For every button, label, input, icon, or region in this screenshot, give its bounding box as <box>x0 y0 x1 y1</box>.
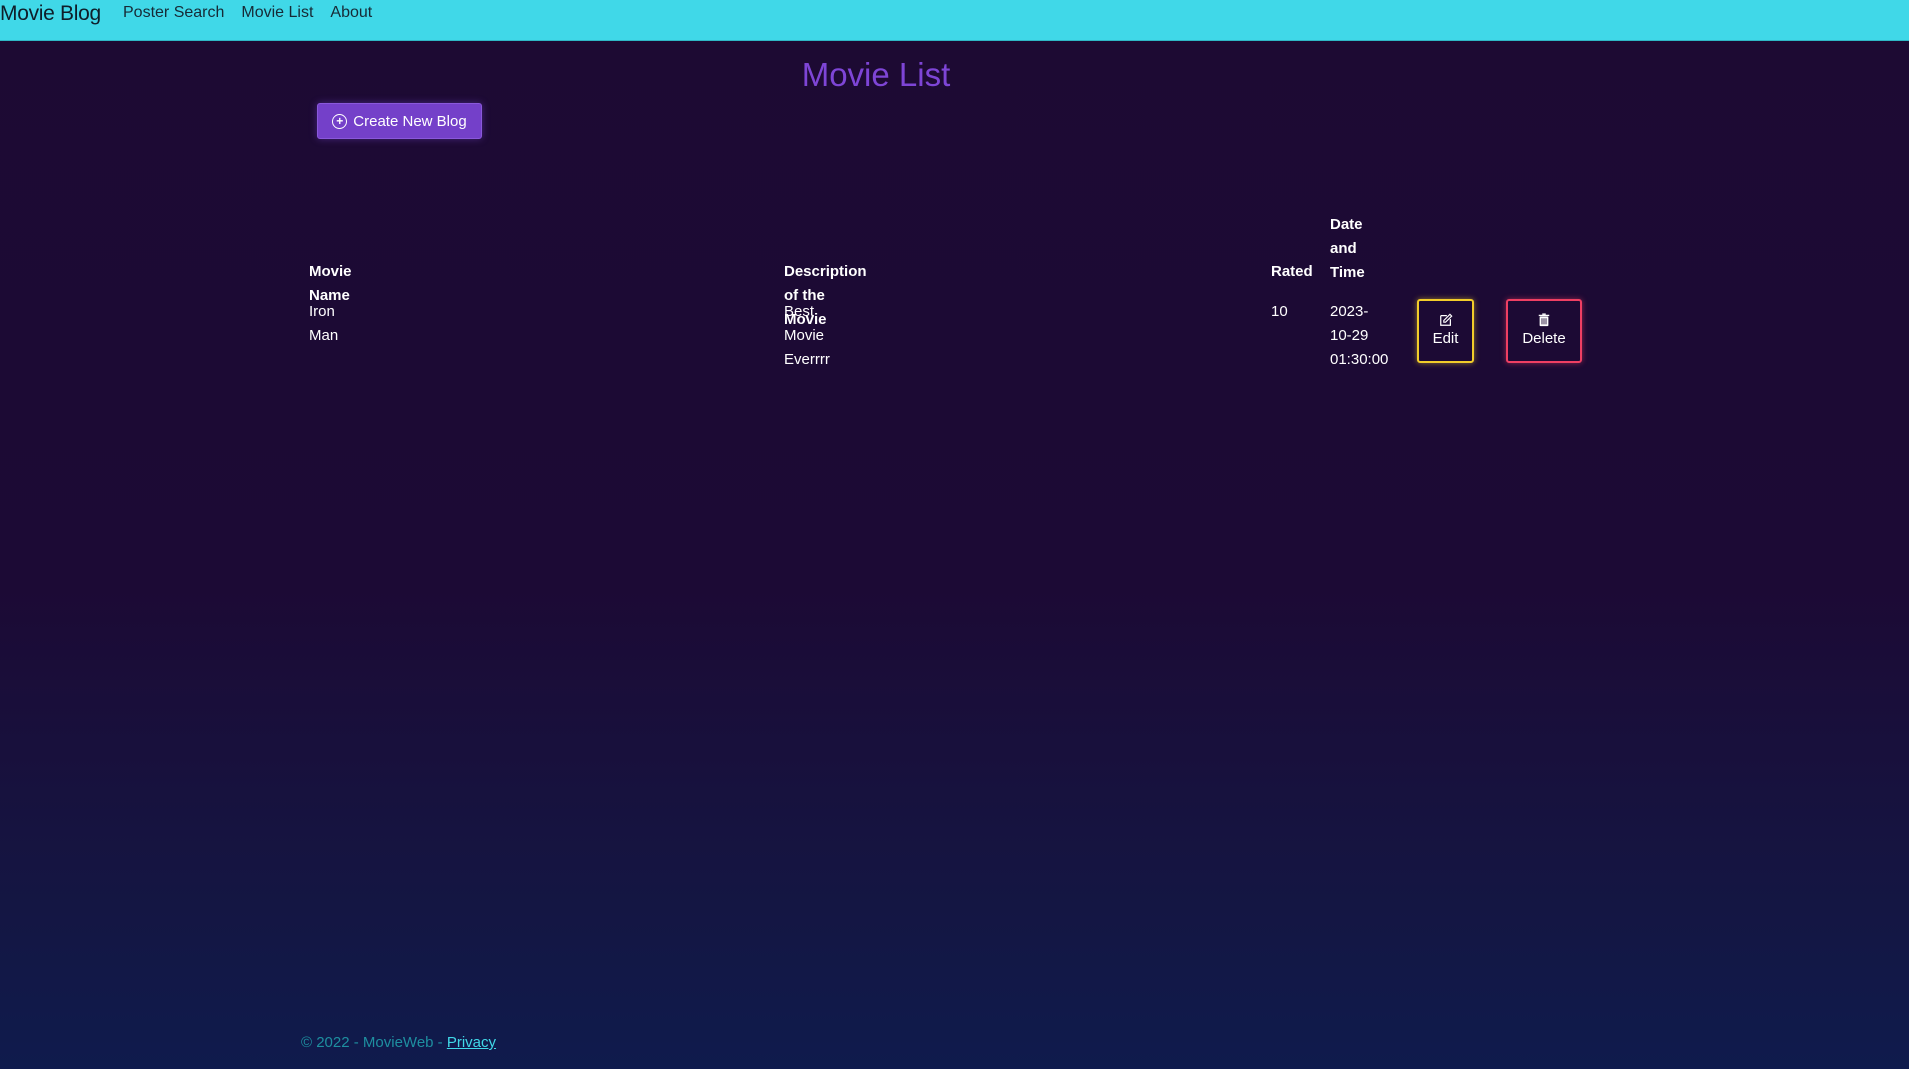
cell-date-time: 2023- 10-29 01:30:00 <box>1330 300 1388 372</box>
header-date-time-line-3: Time <box>1330 264 1365 281</box>
create-new-blog-button[interactable]: + Create New Blog <box>317 103 482 139</box>
privacy-link[interactable]: Privacy <box>447 1034 496 1051</box>
navbar: Movie Blog Poster Search Movie List Abou… <box>0 0 1909 41</box>
footer-copyright: © 2022 - MovieWeb - <box>301 1034 447 1051</box>
header-rated: Rated <box>1271 263 1313 280</box>
cell-description: Best Movie Everrrr <box>784 303 830 368</box>
cell-rated: 10 <box>1271 303 1288 320</box>
footer: © 2022 - MovieWeb - Privacy <box>301 1034 496 1051</box>
delete-label: Delete <box>1522 330 1566 347</box>
plus-circle-icon: + <box>332 113 348 129</box>
nav-links: Poster Search Movie List About <box>123 4 372 22</box>
nav-link-poster-search[interactable]: Poster Search <box>123 4 224 22</box>
header-date-time-line-1: Date <box>1330 216 1363 233</box>
nav-link-about[interactable]: About <box>330 4 372 22</box>
cell-date-time-line-2: 10-29 <box>1330 327 1369 344</box>
brand-link[interactable]: Movie Blog <box>0 2 101 26</box>
pencil-square-icon <box>1439 313 1452 326</box>
cell-date-time-line-3: 01:30:00 <box>1330 351 1389 368</box>
delete-button[interactable]: Delete <box>1506 299 1582 363</box>
page-title: Movie List <box>801 56 951 93</box>
edit-button[interactable]: Edit <box>1417 299 1474 363</box>
trash-icon <box>1538 313 1550 327</box>
nav-link-movie-list[interactable]: Movie List <box>241 4 313 22</box>
create-new-blog-label: Create New Blog <box>353 112 467 130</box>
edit-label: Edit <box>1432 330 1459 347</box>
header-date-time: Date and Time <box>1330 213 1365 285</box>
cell-date-time-line-1: 2023- <box>1330 303 1369 320</box>
cell-movie-name: Iron Man <box>309 303 339 344</box>
header-date-time-line-2: and <box>1330 240 1357 257</box>
